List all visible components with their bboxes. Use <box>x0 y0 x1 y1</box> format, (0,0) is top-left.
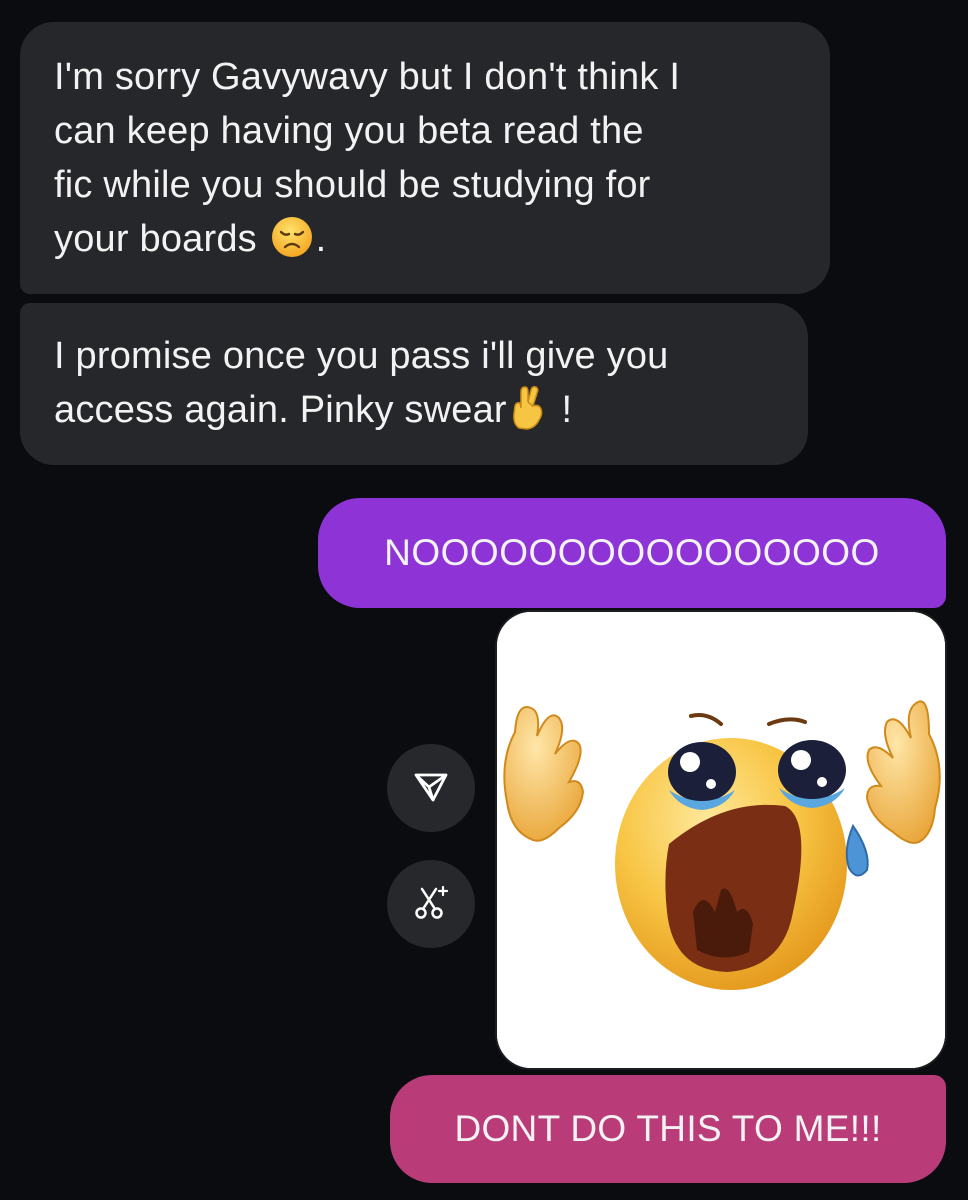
message-line: I promise once you pass i'll give you <box>54 335 669 377</box>
message-line: your boards . <box>54 212 800 274</box>
crossed-fingers-emoji <box>509 384 549 445</box>
crying-emoji-sticker[interactable] <box>497 612 945 1068</box>
paper-plane-icon <box>411 766 451 811</box>
message-text: access again. Pinky swear <box>54 389 507 431</box>
message-line: can keep having you beta read the <box>54 110 644 152</box>
incoming-message[interactable]: I promise once you pass i'll give you ac… <box>20 303 808 465</box>
outgoing-message[interactable]: NOOOOOOOOOOOOOOOO <box>318 498 946 608</box>
message-line: fic while you should be studying for <box>54 164 651 206</box>
share-button[interactable] <box>387 744 475 832</box>
scissors-sparkle-icon <box>410 881 452 928</box>
disappointed-face-emoji <box>270 215 314 274</box>
message-text: your boards <box>54 218 257 260</box>
message-punctuation: ! <box>561 389 573 431</box>
remix-button[interactable] <box>387 860 475 948</box>
outgoing-message[interactable]: DONT DO THIS TO ME!!! <box>390 1075 946 1183</box>
message-punctuation: . <box>315 218 327 260</box>
message-line: I'm sorry Gavywavy but I don't think I <box>54 56 681 98</box>
incoming-message[interactable]: I'm sorry Gavywavy but I don't think I c… <box>20 22 830 294</box>
message-line: access again. Pinky swear ! <box>54 383 778 445</box>
